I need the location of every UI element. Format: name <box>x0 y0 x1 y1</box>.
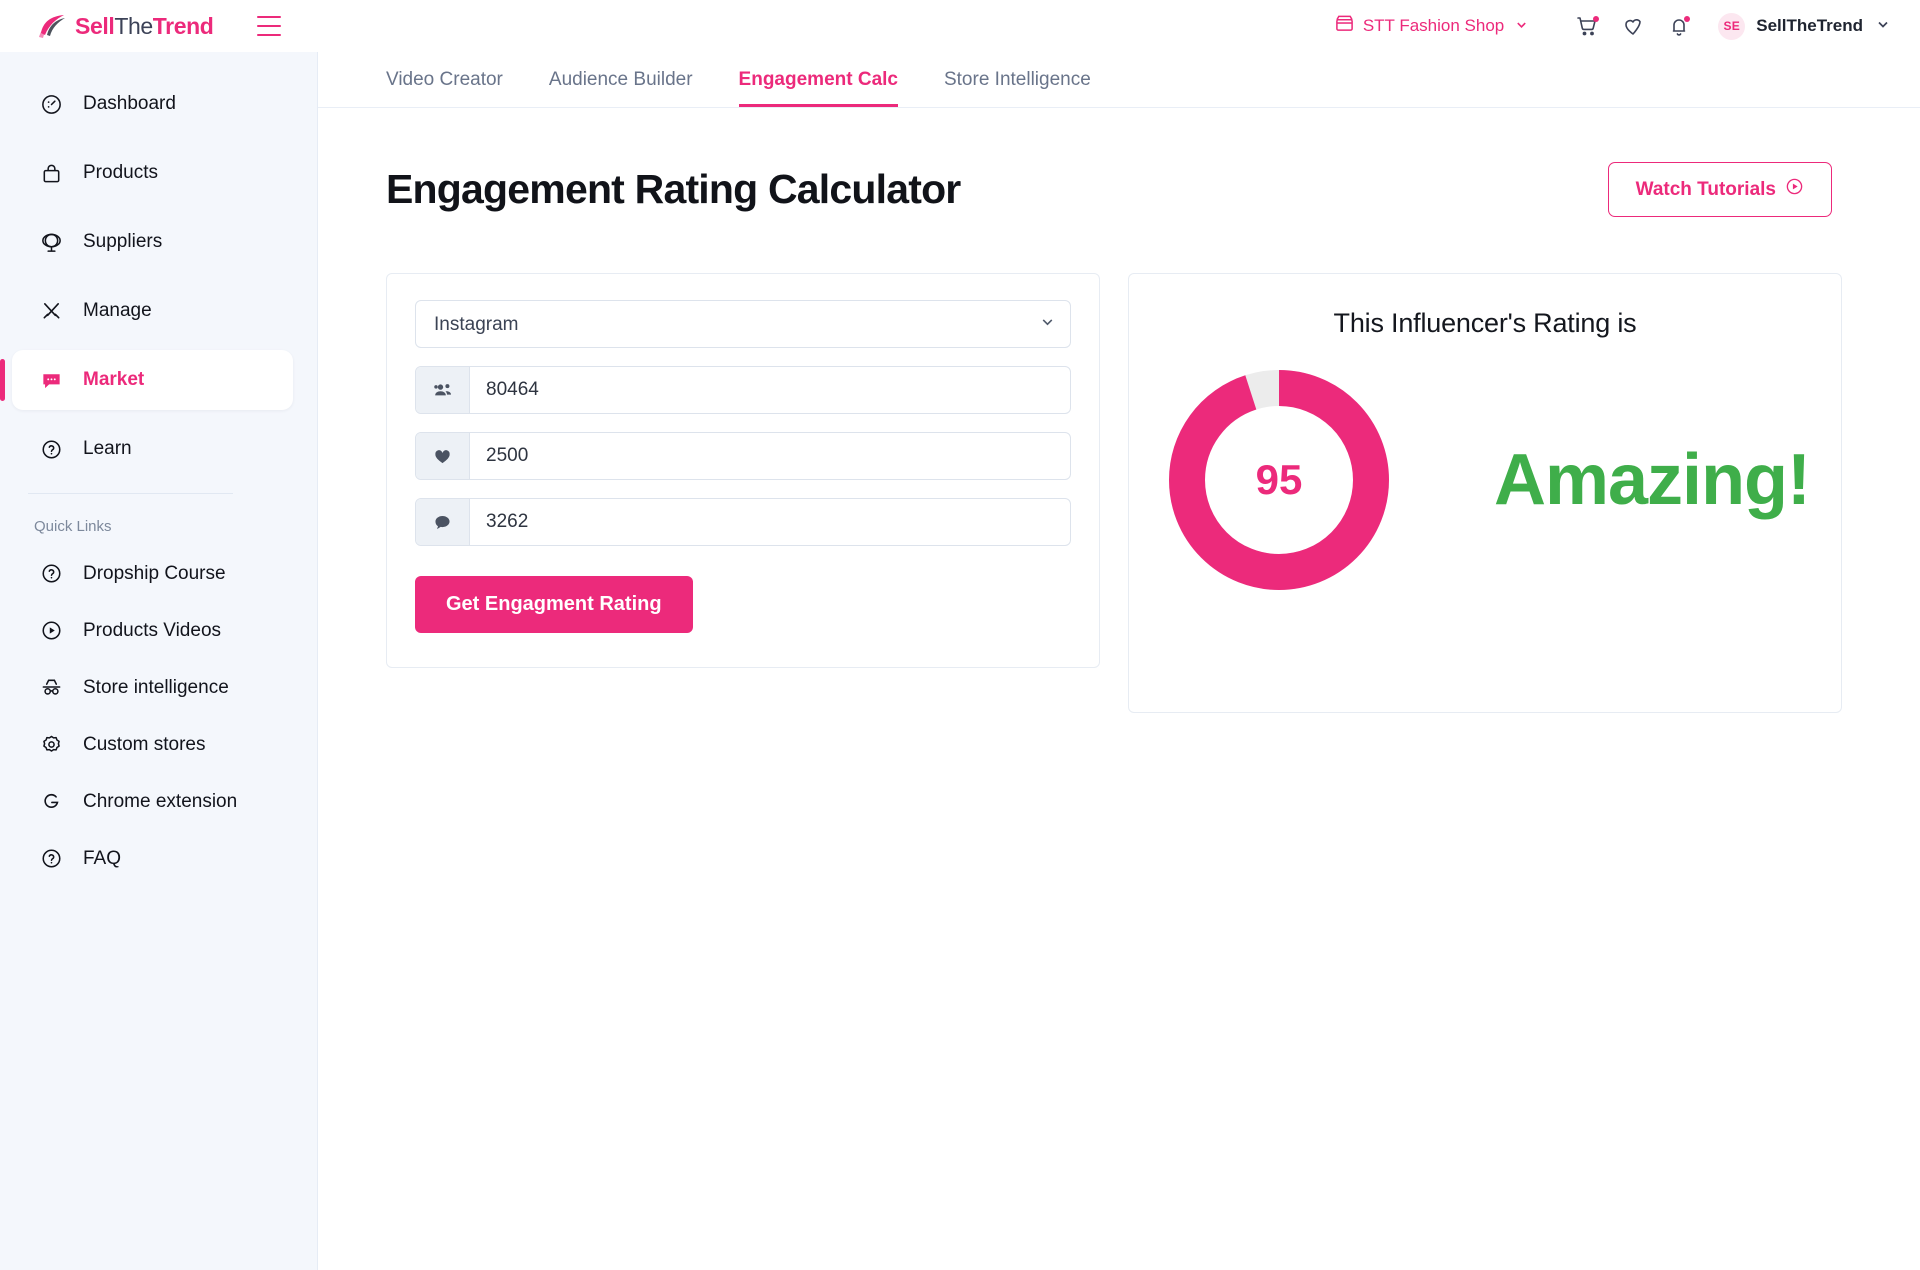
quick-link-label: FAQ <box>83 847 122 869</box>
rating-score: 95 <box>1255 456 1303 503</box>
tab-store-intelligence[interactable]: Store Intelligence <box>944 69 1091 107</box>
sidebar-item-label: Manage <box>83 300 152 321</box>
calculator-card: Instagram 80464 2500 3262 Get Engagment … <box>386 273 1100 668</box>
chevron-down-icon <box>1876 17 1890 36</box>
likes-field[interactable] <box>415 432 1071 480</box>
shopping-bag-icon <box>40 162 63 185</box>
quick-links-list: Dropship Course Products Videos Store in… <box>0 545 317 887</box>
store-selector[interactable]: STT Fashion Shop <box>1335 14 1528 38</box>
comments-field[interactable] <box>415 498 1071 546</box>
sidebar: Dashboard Products Suppliers Manage Mark… <box>0 52 318 1270</box>
sidebar-item-dropship-course[interactable]: Dropship Course <box>0 545 317 602</box>
result-title: This Influencer's Rating is <box>1333 308 1637 338</box>
tools-cross-icon <box>40 300 63 323</box>
sidebar-item-custom-stores[interactable]: Custom stores <box>0 716 317 773</box>
page-header: Engagement Rating Calculator Watch Tutor… <box>318 108 1920 217</box>
quick-links-title: Quick Links <box>34 518 112 535</box>
store-icon <box>1335 14 1354 38</box>
top-header: SellTheTrend STT Fashion Shop SE SellThe… <box>0 0 1920 52</box>
speedometer-icon <box>40 93 63 116</box>
quick-link-label: Custom stores <box>83 733 206 755</box>
sidebar-item-label: Dashboard <box>83 93 176 114</box>
tab-bar: Video Creator Audience Builder Engagemen… <box>318 52 1920 108</box>
sidebar-item-products[interactable]: Products <box>12 143 293 203</box>
platform-select-wrap: Instagram <box>415 300 1071 348</box>
wishlist-button[interactable] <box>1610 3 1656 49</box>
tab-engagement-calc[interactable]: Engagement Calc <box>738 69 898 107</box>
gear-icon <box>40 733 63 756</box>
comment-bubble-icon <box>416 499 470 545</box>
rating-donut-chart: 95 <box>1160 361 1398 599</box>
sidebar-item-dashboard[interactable]: Dashboard <box>12 74 293 134</box>
quick-link-label: Products Videos <box>83 619 222 641</box>
result-body: 95 Amazing! <box>1129 361 1841 599</box>
quick-link-label: Store intelligence <box>83 676 229 698</box>
chat-bubble-icon <box>40 369 63 392</box>
get-engagement-rating-button[interactable]: Get Engagment Rating <box>415 576 693 633</box>
sidebar-item-learn[interactable]: Learn <box>12 419 293 479</box>
sidebar-item-faq[interactable]: FAQ <box>0 830 317 887</box>
watch-tutorials-label: Watch Tutorials <box>1635 178 1776 200</box>
content-row: Instagram 80464 2500 3262 Get Engagment … <box>318 217 1920 713</box>
rating-verdict: Amazing! <box>1494 440 1811 520</box>
sidebar-nav: Dashboard Products Suppliers Manage Mark… <box>0 52 317 479</box>
header-actions: STT Fashion Shop SE SellTheTrend <box>1335 0 1920 52</box>
likes-input[interactable] <box>470 433 1070 479</box>
question-circle-icon <box>40 847 63 870</box>
sidebar-item-chrome-extension[interactable]: Chrome extension <box>0 773 317 830</box>
followers-field[interactable] <box>415 366 1071 414</box>
sidebar-item-products-videos[interactable]: Products Videos <box>0 602 317 659</box>
heart-filled-icon <box>416 433 470 479</box>
page-title: Engagement Rating Calculator <box>386 166 961 212</box>
platform-select[interactable]: Instagram <box>415 300 1071 348</box>
globe-stand-icon <box>40 231 63 254</box>
sellthetrend-swoosh-icon <box>38 13 68 39</box>
user-name-label: SellTheTrend <box>1756 16 1863 35</box>
user-menu[interactable]: SE SellTheTrend <box>1718 12 1890 40</box>
tab-audience-builder[interactable]: Audience Builder <box>549 69 693 107</box>
logo-word-the: The <box>114 12 153 39</box>
followers-input[interactable] <box>470 367 1070 413</box>
google-g-icon <box>40 790 63 813</box>
sidebar-item-label: Suppliers <box>83 231 163 252</box>
play-circle-icon <box>1785 177 1804 202</box>
avatar: SE <box>1718 12 1746 40</box>
question-circle-icon <box>40 562 63 585</box>
sidebar-item-store-intelligence[interactable]: Store intelligence <box>0 659 317 716</box>
sidebar-item-manage[interactable]: Manage <box>12 281 293 341</box>
sidebar-item-label: Products <box>83 162 158 183</box>
watch-tutorials-button[interactable]: Watch Tutorials <box>1607 162 1832 217</box>
chevron-down-icon <box>1515 16 1528 36</box>
logo-wordmark: SellTheTrend <box>75 12 214 40</box>
sidebar-item-market[interactable]: Market <box>0 350 293 410</box>
app-logo[interactable]: SellTheTrend <box>38 12 214 40</box>
quick-link-label: Chrome extension <box>83 790 238 812</box>
result-card: This Influencer's Rating is 95 Amazing! <box>1128 273 1842 713</box>
app-root: SellTheTrend STT Fashion Shop SE SellThe… <box>0 0 1920 1270</box>
notifications-button[interactable] <box>1656 3 1702 49</box>
cart-button[interactable] <box>1564 3 1610 49</box>
question-circle-icon <box>40 438 63 461</box>
store-selector-label: STT Fashion Shop <box>1362 16 1505 35</box>
play-circle-icon <box>40 619 63 642</box>
brand-zone: SellTheTrend <box>0 0 318 52</box>
main-content: Video Creator Audience Builder Engagemen… <box>318 52 1920 1270</box>
sidebar-item-label: Market <box>83 369 145 390</box>
hamburger-menu-icon[interactable] <box>257 16 282 36</box>
quick-link-label: Dropship Course <box>83 562 226 584</box>
tab-video-creator[interactable]: Video Creator <box>386 69 503 107</box>
users-group-icon <box>416 367 470 413</box>
comments-input[interactable] <box>470 499 1070 545</box>
spy-icon <box>40 676 63 699</box>
sidebar-item-suppliers[interactable]: Suppliers <box>12 212 293 272</box>
sidebar-item-label: Learn <box>83 438 132 459</box>
logo-word-trend: Trend <box>152 12 214 39</box>
logo-word-sell: Sell <box>75 12 115 39</box>
